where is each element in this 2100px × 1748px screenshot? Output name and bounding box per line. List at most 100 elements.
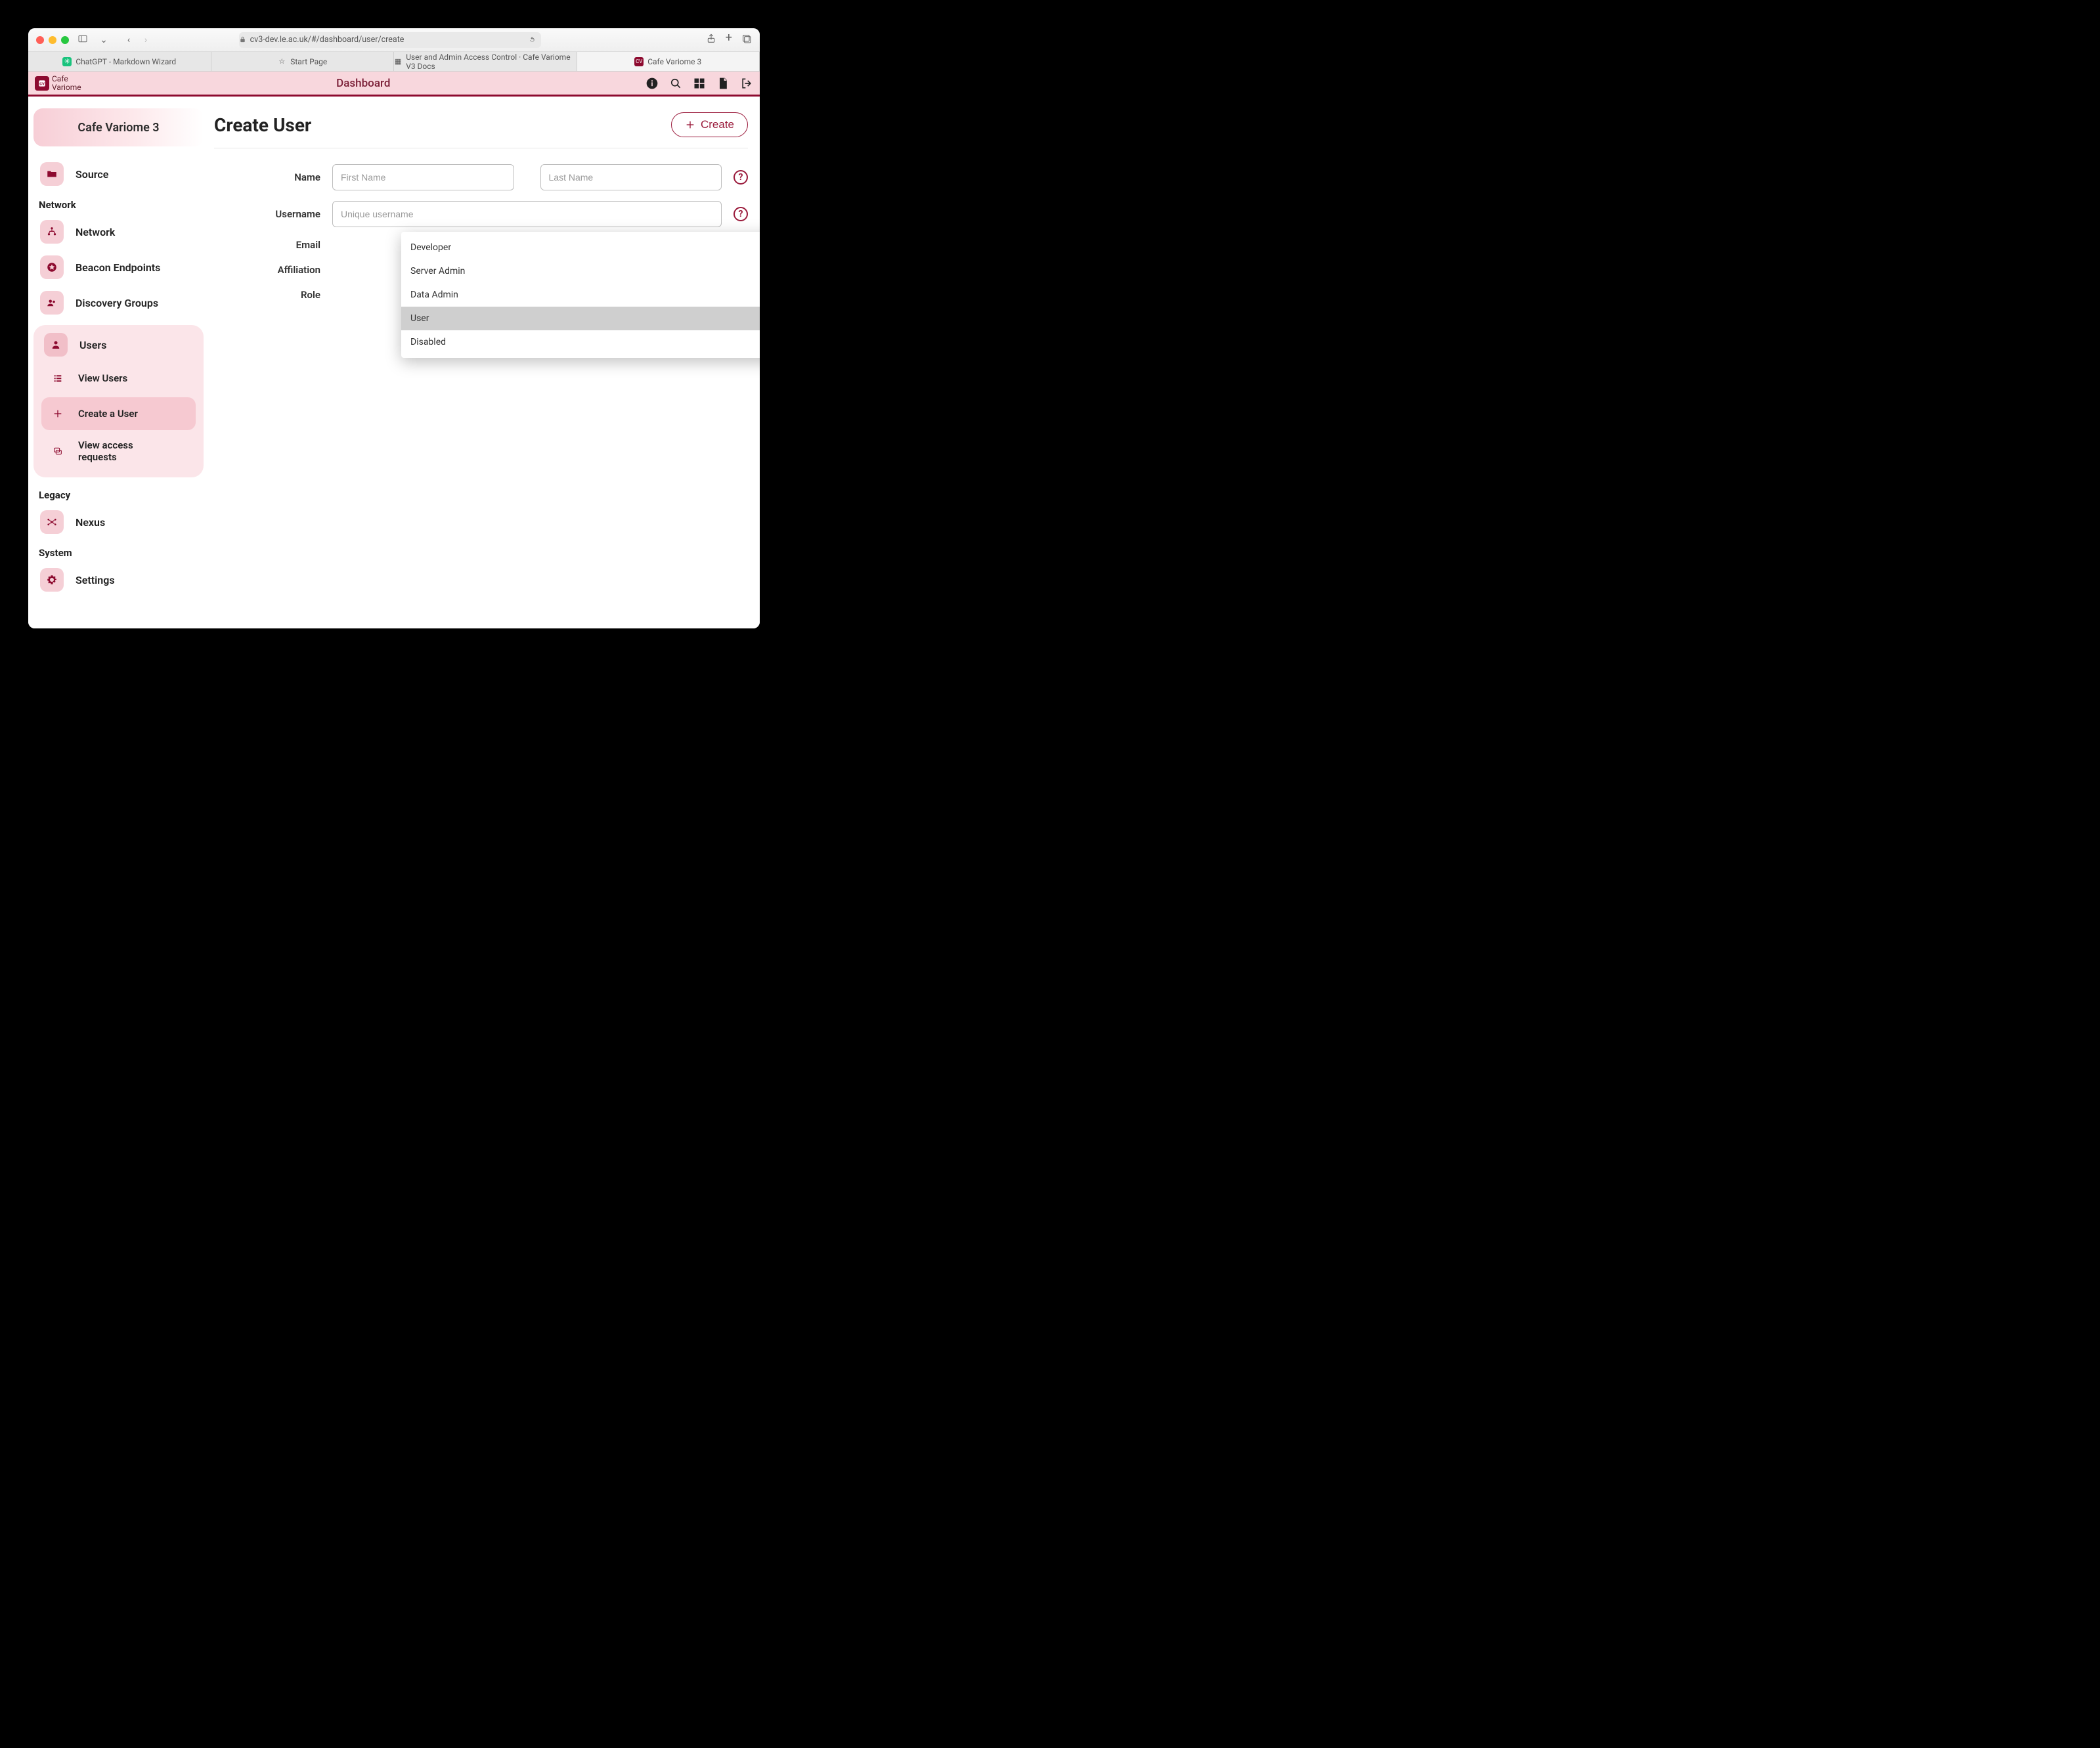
form-row-name: Name ? — [260, 164, 748, 190]
site-name-pill[interactable]: Cafe Variome 3 — [33, 108, 204, 146]
browser-tab-label: Cafe Variome 3 — [647, 57, 701, 66]
document-icon[interactable] — [716, 77, 730, 90]
role-option[interactable]: Server Admin — [401, 259, 760, 283]
main-content: Create User Create Name ? Username — [209, 97, 760, 628]
label-username: Username — [260, 208, 320, 220]
star-favicon-icon: ☆ — [277, 57, 286, 66]
sidebar-item-source[interactable]: Source — [33, 157, 204, 191]
browser-tab[interactable]: ☆ Start Page — [211, 52, 395, 71]
sidebar-toggle-icon[interactable] — [76, 33, 90, 47]
search-icon[interactable] — [669, 77, 682, 90]
role-option[interactable]: Developer — [401, 236, 760, 259]
sidebar-item-label: Discovery Groups — [76, 297, 158, 309]
gear-icon — [40, 568, 64, 592]
browser-tab-active[interactable]: CV Cafe Variome 3 — [577, 52, 760, 71]
browser-tab-label: Start Page — [290, 57, 327, 66]
group-icon — [40, 291, 64, 315]
minimize-window-icon[interactable] — [49, 36, 56, 44]
help-icon[interactable]: ? — [733, 207, 748, 221]
hub-icon — [40, 510, 64, 534]
sidebar-item-settings[interactable]: Settings — [33, 563, 204, 597]
browser-tab-label: ChatGPT - Markdown Wizard — [76, 57, 176, 66]
label-affiliation: Affiliation — [260, 264, 320, 276]
sidebar-item-label: Nexus — [76, 516, 105, 529]
sidebar-item-network[interactable]: Network — [33, 215, 204, 249]
first-name-input[interactable] — [332, 164, 514, 190]
sidebar-item-label: Users — [79, 339, 106, 351]
role-dropdown[interactable]: Developer Server Admin Data Admin User D… — [401, 232, 760, 358]
brand-line1: Cafe — [52, 75, 81, 83]
sidebar: Cafe Variome 3 Source Network Network Be… — [28, 97, 209, 628]
chevron-down-icon[interactable]: ⌄ — [97, 35, 111, 45]
role-option[interactable]: Data Admin — [401, 283, 760, 307]
sidebar-sub-view-users[interactable]: View Users — [41, 362, 196, 395]
logout-icon[interactable] — [740, 77, 753, 90]
browser-tab[interactable]: ✳ ChatGPT - Markdown Wizard — [28, 52, 211, 71]
brand-logo-icon: CV — [35, 76, 49, 91]
traffic-lights — [36, 36, 69, 44]
sidebar-item-nexus[interactable]: Nexus — [33, 505, 204, 539]
nav-back-icon[interactable]: ‹ — [121, 35, 136, 45]
brand-line2: Variome — [52, 83, 81, 92]
user-icon — [44, 333, 68, 357]
label-role: Role — [260, 289, 320, 301]
brand[interactable]: CV Cafe Variome — [35, 75, 81, 91]
sidebar-item-label: Network — [76, 226, 115, 238]
star-circle-icon — [40, 255, 64, 279]
tab-overview-icon[interactable] — [741, 33, 752, 47]
sitemap-icon — [40, 220, 64, 244]
create-button[interactable]: Create — [671, 112, 748, 137]
sidebar-item-label: Source — [76, 168, 108, 181]
page-header-title: Dashboard — [81, 77, 645, 90]
sidebar-item-users[interactable]: Users — [37, 330, 200, 359]
app-favicon-icon: CV — [634, 57, 644, 66]
header-actions — [645, 77, 753, 90]
sidebar-sub-create-user[interactable]: Create a User — [41, 397, 196, 430]
close-window-icon[interactable] — [36, 36, 44, 44]
browser-tabstrip: ✳ ChatGPT - Markdown Wizard ☆ Start Page… — [28, 52, 760, 72]
sidebar-group-system: System — [33, 540, 204, 561]
plus-icon — [685, 120, 695, 130]
username-input[interactable] — [332, 201, 722, 227]
svg-text:CV: CV — [39, 82, 45, 86]
page-title: Create User — [214, 114, 311, 136]
plus-icon — [48, 404, 68, 424]
role-option-selected[interactable]: User — [401, 307, 760, 330]
zoom-window-icon[interactable] — [61, 36, 69, 44]
sidebar-sub-label: Create a User — [78, 408, 138, 420]
browser-window: ⌄ ‹ › cv3-dev.le.ac.uk/#/dashboard/user/… — [28, 28, 760, 628]
browser-tab[interactable]: ▦ User and Admin Access Control · Cafe V… — [394, 52, 577, 71]
sidebar-item-label: Beacon Endpoints — [76, 261, 160, 274]
address-bar[interactable]: cv3-dev.le.ac.uk/#/dashboard/user/create — [239, 32, 541, 48]
sidebar-sub-access-requests[interactable]: View access requests — [41, 433, 196, 470]
book-favicon-icon: ▦ — [394, 57, 402, 66]
reload-icon[interactable] — [529, 36, 536, 43]
role-option[interactable]: Disabled — [401, 330, 760, 354]
label-name: Name — [260, 171, 320, 183]
last-name-input[interactable] — [540, 164, 722, 190]
url-text: cv3-dev.le.ac.uk/#/dashboard/user/create — [250, 35, 405, 45]
label-email: Email — [260, 239, 320, 251]
new-tab-icon[interactable]: + — [726, 33, 732, 47]
sidebar-item-discovery[interactable]: Discovery Groups — [33, 286, 204, 320]
sidebar-item-beacon[interactable]: Beacon Endpoints — [33, 250, 204, 284]
grid-icon[interactable] — [693, 77, 706, 90]
lock-icon — [239, 36, 246, 43]
sidebar-item-label: Settings — [76, 574, 115, 586]
sidebar-group-network: Network — [33, 192, 204, 213]
share-icon[interactable] — [706, 33, 716, 47]
help-icon[interactable]: ? — [733, 170, 748, 185]
folder-icon — [40, 162, 64, 186]
form-row-username: Username ? — [260, 201, 748, 227]
sidebar-users-block: Users View Users Create a User View acce… — [33, 325, 204, 477]
list-icon — [48, 368, 68, 388]
chatgpt-favicon-icon: ✳ — [62, 57, 72, 66]
browser-tab-label: User and Admin Access Control · Cafe Var… — [406, 53, 576, 71]
create-button-label: Create — [701, 118, 734, 131]
sidebar-sub-label: View Users — [78, 372, 127, 384]
nav-forward-icon[interactable]: › — [139, 35, 153, 45]
sidebar-sub-label: View access requests — [78, 439, 157, 463]
sidebar-group-legacy: Legacy — [33, 483, 204, 504]
info-icon[interactable] — [645, 77, 659, 90]
main-header: Create User Create — [214, 112, 748, 148]
